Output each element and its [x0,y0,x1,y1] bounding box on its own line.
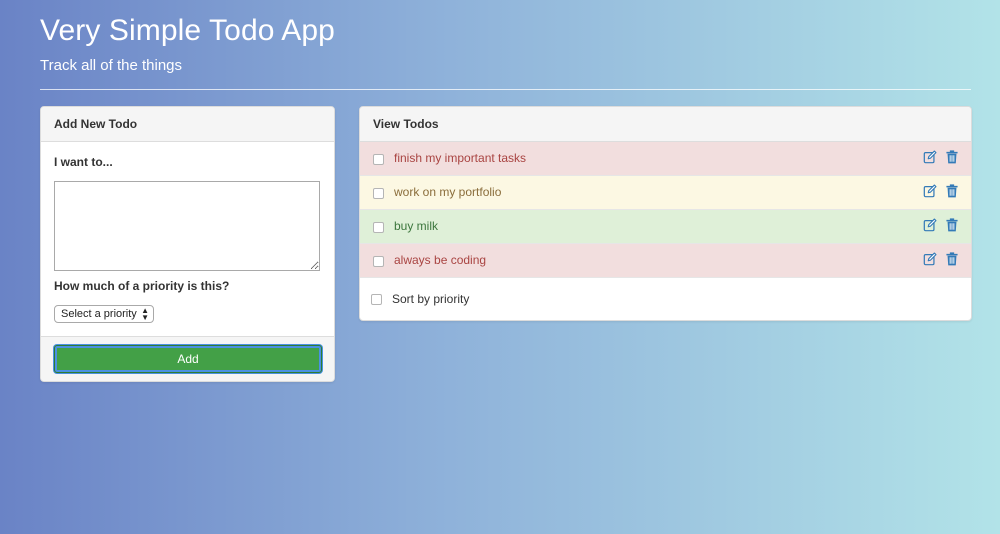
todo-complete-checkbox[interactable] [373,222,384,233]
edit-icon[interactable] [923,184,937,198]
view-todos-panel: View Todos finish my important tasks wor… [359,106,972,321]
todo-item: always be coding [360,244,971,278]
priority-label: How much of a priority is this? [54,279,230,293]
trash-icon[interactable] [946,150,958,164]
todo-list: finish my important tasks work on my por… [360,142,971,278]
todo-item: buy milk [360,210,971,244]
sort-by-priority-checkbox[interactable] [371,294,382,305]
trash-icon[interactable] [946,184,958,198]
add-button[interactable]: Add [54,345,322,373]
trash-icon[interactable] [946,218,958,232]
edit-icon[interactable] [923,150,937,164]
todo-complete-checkbox[interactable] [373,154,384,165]
view-todos-heading: View Todos [360,107,971,142]
add-todo-footer: Add [41,336,334,381]
priority-select-value: Select a priority [61,308,137,320]
todo-text: buy milk [394,219,439,233]
todo-text: work on my portfolio [394,185,502,199]
todo-complete-checkbox[interactable] [373,188,384,199]
select-arrows-icon: ▲ ▼ [141,306,149,322]
todo-text-input[interactable] [54,181,320,271]
trash-icon[interactable] [946,252,958,266]
page: Very Simple Todo App Track all of the th… [0,0,1000,534]
sort-by-priority-label: Sort by priority [392,292,470,306]
page-title: Very Simple Todo App [40,14,335,47]
add-todo-heading: Add New Todo [41,107,334,142]
edit-icon[interactable] [923,218,937,232]
sort-by-priority-row[interactable]: Sort by priority [360,287,971,311]
todo-complete-checkbox[interactable] [373,256,384,267]
todo-item: finish my important tasks [360,142,971,176]
edit-icon[interactable] [923,252,937,266]
add-todo-panel: Add New Todo I want to... How much of a … [40,106,335,382]
page-subtitle: Track all of the things [40,57,183,74]
priority-select[interactable]: Select a priority ▲ ▼ [54,305,154,323]
todo-text: finish my important tasks [394,151,527,165]
header-divider [40,89,971,90]
todo-text: always be coding [394,253,487,267]
todo-text-label: I want to... [54,155,113,169]
todo-item: work on my portfolio [360,176,971,210]
